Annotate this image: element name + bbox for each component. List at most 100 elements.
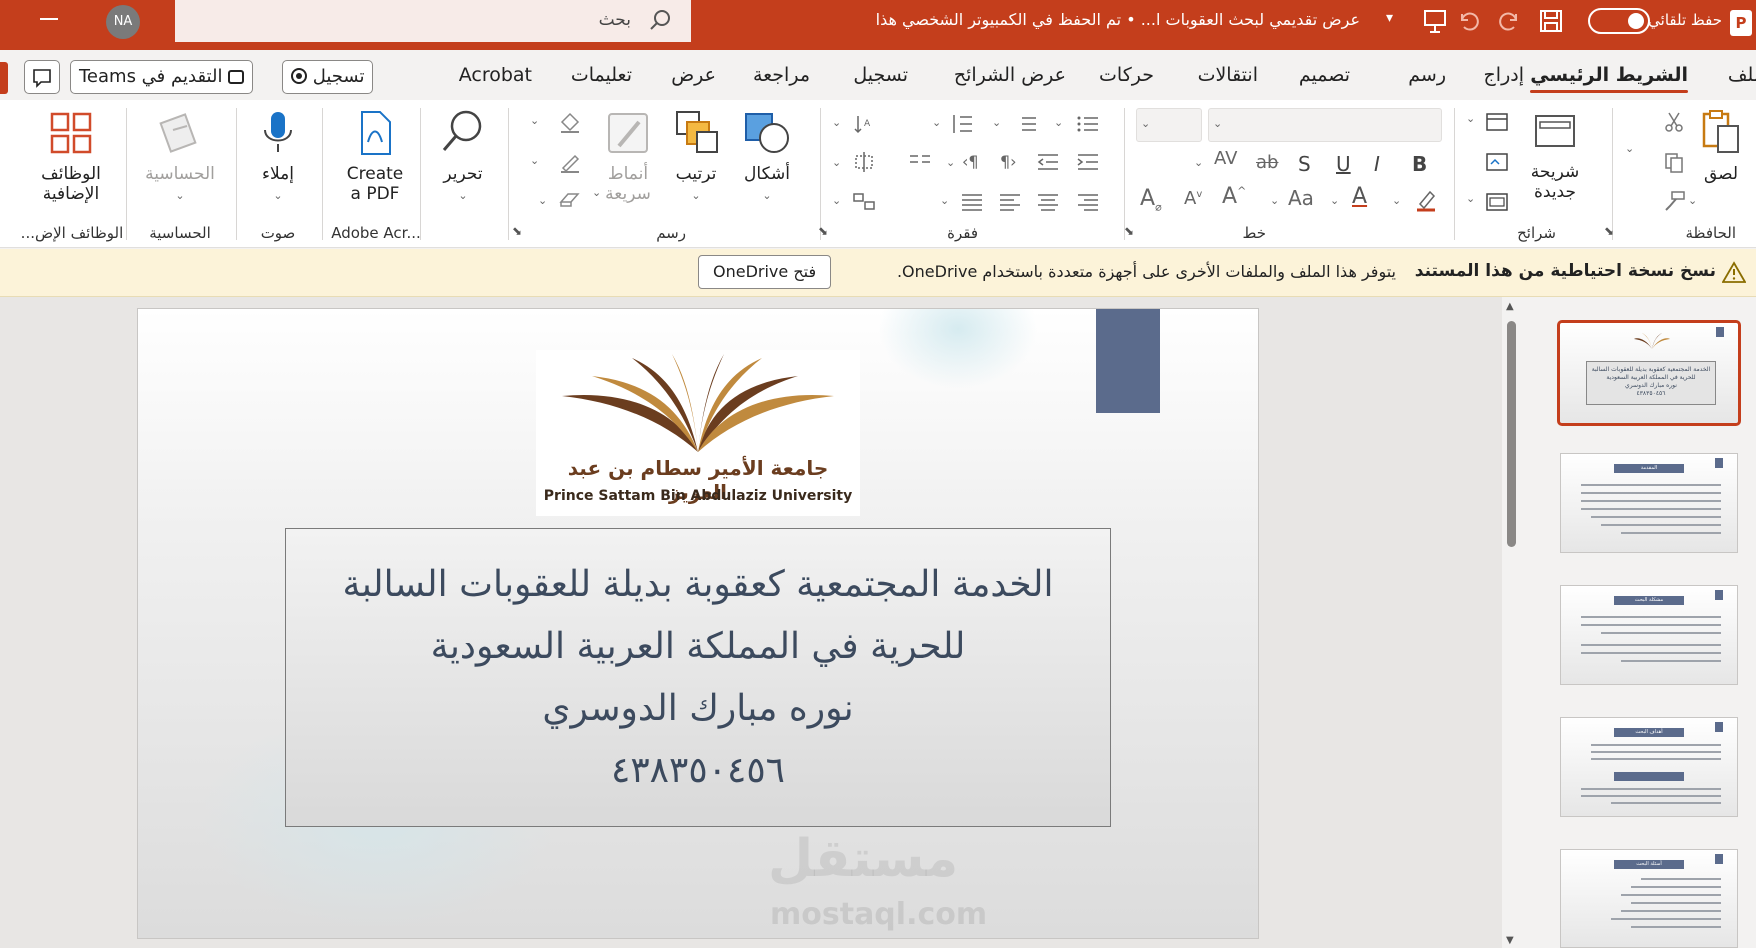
font-dialog-launcher-icon[interactable]: ⬊ [1124, 224, 1148, 248]
case-dropdown-icon[interactable]: ⌄ [1270, 194, 1279, 207]
present-icon[interactable] [1420, 6, 1450, 36]
font-color-dropdown-icon[interactable]: ⌄ [1330, 194, 1339, 207]
decrease-indent-icon[interactable] [1036, 150, 1060, 174]
bullets-icon[interactable] [1076, 112, 1100, 136]
search-box[interactable]: بحث [175, 0, 691, 42]
present-teams-button[interactable]: التقديم في Teams [70, 60, 254, 94]
avatar[interactable]: NA [106, 5, 140, 39]
char-spacing-button[interactable]: AV [1214, 148, 1237, 169]
bold-button[interactable]: B [1412, 152, 1427, 176]
slide-thumbnail[interactable]: أهداف البحث [1560, 717, 1738, 817]
cut-icon[interactable] [1662, 110, 1686, 134]
shrink-font-button[interactable]: Av [1184, 188, 1202, 209]
layout-dropdown-icon[interactable]: ⌄ [1466, 112, 1475, 125]
slide-thumbnail[interactable]: المقدمة [1560, 453, 1738, 553]
tab-slideshow[interactable]: عرض الشرائح [954, 64, 1066, 86]
highlight-dropdown-icon[interactable]: ⌄ [1392, 194, 1401, 207]
redo-icon[interactable] [1494, 6, 1524, 36]
smartart-dropdown-icon[interactable]: ⌄ [832, 194, 841, 207]
slide-thumbnail[interactable]: أسئلة البحث [1560, 849, 1738, 948]
justify-dropdown-icon[interactable]: ⌄ [940, 194, 949, 207]
tab-help[interactable]: تعليمات [571, 64, 632, 86]
ltr-button[interactable]: ‹¶ [962, 152, 979, 171]
slide-title-box[interactable]: الخدمة المجتمعية كعقوبة بديلة للعقوبات ا… [285, 528, 1111, 827]
editing-button[interactable]: تحرير ⌄ [428, 108, 498, 204]
numbering-icon[interactable] [1014, 112, 1038, 136]
shape-effects-dropdown-icon[interactable]: ⌄ [538, 194, 547, 207]
change-case-button[interactable]: Aa [1288, 186, 1314, 210]
grow-font-button[interactable]: A^ [1222, 184, 1246, 209]
italic-button[interactable]: I [1374, 152, 1380, 176]
paragraph-dialog-launcher-icon[interactable]: ⬊ [818, 224, 842, 248]
customize-dropdown-icon[interactable]: ▾ [1386, 10, 1416, 40]
font-name-box[interactable]: ⌄ [1208, 108, 1442, 142]
scroll-down-icon[interactable]: ▼ [1506, 935, 1514, 946]
minimize-icon[interactable] [40, 18, 58, 20]
document-title[interactable]: عرض تقديمي لبحث العقوبات ا... • تم الحفظ… [740, 10, 1360, 29]
numbering-dropdown-icon[interactable]: ⌄ [992, 116, 1001, 129]
tab-transitions[interactable]: انتقالات [1198, 64, 1258, 86]
collapsed-pane-edge[interactable] [0, 62, 8, 94]
comments-button[interactable] [24, 60, 60, 94]
align-text-icon[interactable] [852, 150, 876, 174]
strikethrough-button[interactable]: ab [1256, 152, 1278, 173]
align-text-dropdown-icon[interactable]: ⌄ [832, 156, 841, 169]
university-logo[interactable]: جامعة الأمير سطام بن عبد العزيز Prince S… [536, 350, 860, 516]
underline-button[interactable]: U [1336, 152, 1351, 176]
justify-icon[interactable] [960, 190, 984, 214]
format-painter-icon[interactable] [1662, 190, 1686, 214]
bullets-dropdown-icon[interactable]: ⌄ [1054, 116, 1063, 129]
slide-thumbnail[interactable]: الخدمة المجتمعية كعقوبة بديلة للعقوبات ا… [1557, 320, 1741, 426]
clear-formatting-button[interactable]: A⌀ [1140, 186, 1162, 213]
thumbnail-scrollbar[interactable]: ▲ ▼ [1502, 297, 1520, 948]
addins-button[interactable]: الوظائف الإضافية [28, 108, 114, 204]
undo-icon[interactable] [1454, 6, 1484, 36]
tab-animations[interactable]: حركات [1099, 64, 1154, 86]
paste-dropdown-icon[interactable]: ⌄ [1688, 194, 1697, 207]
scroll-up-icon[interactable]: ▲ [1506, 301, 1514, 312]
tab-acrobat[interactable]: Acrobat [459, 64, 532, 86]
record-button[interactable]: تسجيل [282, 60, 374, 94]
slide-thumbnail[interactable]: مشكلة البحث [1560, 585, 1738, 685]
copy-dropdown-icon[interactable]: ⌄ [1625, 142, 1634, 155]
shapes-button[interactable]: أشكال ⌄ [726, 108, 808, 204]
sensitivity-button[interactable]: الحساسية ⌄ [132, 108, 228, 204]
highlight-icon[interactable] [1414, 188, 1438, 212]
shadow-button[interactable]: S [1298, 152, 1311, 176]
drawing-dialog-launcher-icon[interactable]: ⬊ [512, 224, 536, 248]
rtl-button[interactable]: ¶› [1000, 152, 1017, 171]
arrange-button[interactable]: ترتيب ⌄ [658, 108, 734, 204]
smartart-icon[interactable] [852, 190, 876, 214]
section-dropdown-icon[interactable]: ⌄ [1466, 192, 1475, 205]
align-center-icon[interactable] [1036, 190, 1060, 214]
tab-insert[interactable]: إدراج [1484, 64, 1524, 86]
tab-review[interactable]: مراجعة [753, 64, 810, 86]
paste-button[interactable]: لصق ⌄ [1686, 108, 1756, 207]
reset-icon[interactable] [1485, 150, 1509, 174]
tab-design[interactable]: تصميم [1299, 64, 1350, 86]
scrollbar-thumb[interactable] [1507, 321, 1516, 547]
autosave-toggle[interactable] [1588, 8, 1650, 34]
current-slide[interactable]: جامعة الأمير سطام بن عبد العزيز Prince S… [137, 308, 1259, 939]
direction-dropdown-icon[interactable]: ⌄ [946, 156, 955, 169]
shape-fill-icon[interactable] [558, 110, 582, 134]
new-slide-button[interactable]: شريحة جديدة [1510, 106, 1600, 202]
shape-outline-dropdown-icon[interactable]: ⌄ [530, 154, 539, 167]
text-direction-icon[interactable]: A [852, 112, 876, 136]
save-icon[interactable] [1536, 6, 1566, 36]
dialog-launcher-icon[interactable]: ⬊ [1604, 224, 1628, 248]
shape-fill-dropdown-icon[interactable]: ⌄ [530, 114, 539, 127]
tab-home[interactable]: الشريط الرئيسي [1530, 64, 1688, 93]
increase-indent-icon[interactable] [1076, 150, 1100, 174]
dictate-button[interactable]: إملاء ⌄ [240, 108, 316, 204]
char-spacing-dropdown-icon[interactable]: ⌄ [1194, 156, 1203, 169]
quick-styles-dropdown-icon[interactable]: ⌄ [592, 186, 601, 199]
columns-icon[interactable] [908, 150, 932, 174]
slide-accent-block[interactable] [1096, 309, 1160, 413]
font-color-button[interactable]: A [1352, 184, 1367, 209]
align-right-icon[interactable] [1076, 190, 1100, 214]
align-left-icon[interactable] [998, 190, 1022, 214]
layout-icon[interactable] [1485, 110, 1509, 134]
line-spacing-icon[interactable] [950, 112, 974, 136]
tab-file[interactable]: ملف [1728, 64, 1756, 86]
